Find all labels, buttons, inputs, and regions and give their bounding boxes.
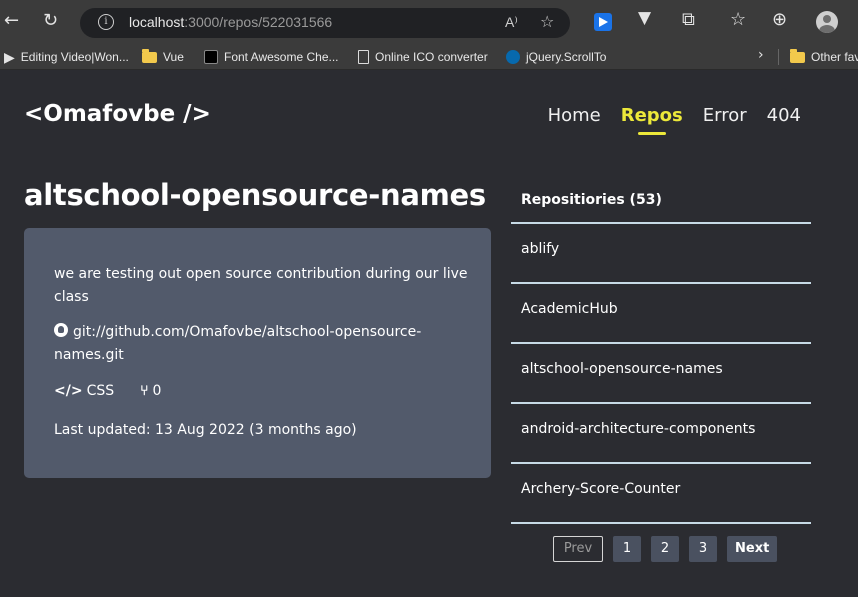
chevron-right-icon[interactable]: › <box>758 48 764 62</box>
bookmark-editing-video[interactable]: ▶ Editing Video|Won... <box>4 48 129 66</box>
address-bar[interactable]: i localhost:3000/repos/522031566 A⁾ ☆ <box>80 8 570 38</box>
flag-icon <box>204 50 218 64</box>
page-3-button[interactable]: 3 <box>689 536 717 562</box>
extension-v-icon[interactable]: ▼ <box>638 10 656 28</box>
bookmark-font-awesome[interactable]: Font Awesome Che... <box>204 48 339 66</box>
add-favorite-icon[interactable]: ☆ <box>540 12 554 31</box>
repo-meta: </> CSS ⑂ 0 <box>54 383 161 399</box>
profile-avatar[interactable] <box>816 11 838 33</box>
code-icon: </> <box>54 383 83 399</box>
back-arrow-icon[interactable]: ← <box>4 12 19 30</box>
nav-error[interactable]: Error <box>703 105 747 126</box>
favorites-icon[interactable]: ☆ <box>730 11 746 29</box>
github-icon <box>54 323 68 337</box>
repo-list-item[interactable]: android-architecture-components <box>511 404 811 464</box>
site-info-icon[interactable]: i <box>98 14 114 30</box>
url-text: localhost:3000/repos/522031566 <box>129 14 333 30</box>
nav-home[interactable]: Home <box>548 105 601 126</box>
page: <Omafovbe /> Home Repos Error 404 altsch… <box>0 70 858 597</box>
document-icon <box>358 50 369 64</box>
prev-page-button[interactable]: Prev <box>553 536 603 562</box>
nav-repos[interactable]: Repos <box>621 105 683 135</box>
repo-description: we are testing out open source contribut… <box>54 266 468 305</box>
arrow-icon: ▶ <box>4 49 15 65</box>
bookmark-other-favorites[interactable]: Other fav <box>790 48 858 66</box>
next-page-button[interactable]: Next <box>727 536 777 562</box>
page-1-button[interactable]: 1 <box>613 536 641 562</box>
site-logo[interactable]: <Omafovbe /> <box>24 101 211 127</box>
repo-title: altschool-opensource-names <box>24 178 486 212</box>
repo-details-card: we are testing out open source contribut… <box>24 228 491 478</box>
repo-list-item[interactable]: AcademicHub <box>511 284 811 344</box>
repo-list-item[interactable]: Archery-Score-Counter <box>511 464 811 524</box>
repo-list-sidebar: Repositiories (53) ablify AcademicHub al… <box>511 178 811 524</box>
read-aloud-icon[interactable]: A⁾ <box>505 14 518 31</box>
collections-icon[interactable]: ⊕ <box>772 11 787 29</box>
nav-404[interactable]: 404 <box>767 105 801 126</box>
jquery-icon <box>506 50 520 64</box>
bookmarks-bar: ▶ Editing Video|Won... Vue Font Awesome … <box>0 44 858 70</box>
extensions-puzzle-icon[interactable]: ⧉ <box>682 11 695 29</box>
extension-blue-icon[interactable] <box>594 13 612 31</box>
folder-icon <box>142 48 157 63</box>
repo-list-heading: Repositiories (53) <box>511 178 811 224</box>
repo-last-updated: Last updated: 13 Aug 2022 (3 months ago) <box>54 422 357 438</box>
bookmark-jquery-scrollto[interactable]: jQuery.ScrollTo <box>506 48 606 66</box>
pagination: Prev 1 2 3 Next <box>553 536 777 562</box>
repo-list-item[interactable]: altschool-opensource-names <box>511 344 811 404</box>
main-nav: Home Repos Error 404 <box>548 105 801 135</box>
reload-icon[interactable]: ↻ <box>43 12 58 30</box>
repo-language: </> CSS <box>54 383 115 399</box>
browser-toolbar: ← ↻ i localhost:3000/repos/522031566 A⁾ … <box>0 0 858 44</box>
folder-icon <box>790 48 805 63</box>
repo-git-url[interactable]: git://github.com/Omafovbe/altschool-open… <box>54 321 449 367</box>
page-2-button[interactable]: 2 <box>651 536 679 562</box>
fork-icon: ⑂ <box>140 383 149 399</box>
bookmark-online-ico[interactable]: Online ICO converter <box>358 48 488 66</box>
bookmark-separator <box>778 49 779 65</box>
repo-forks: ⑂ 0 <box>140 383 162 399</box>
bookmark-vue[interactable]: Vue <box>142 48 184 66</box>
repo-list-item[interactable]: ablify <box>511 224 811 284</box>
